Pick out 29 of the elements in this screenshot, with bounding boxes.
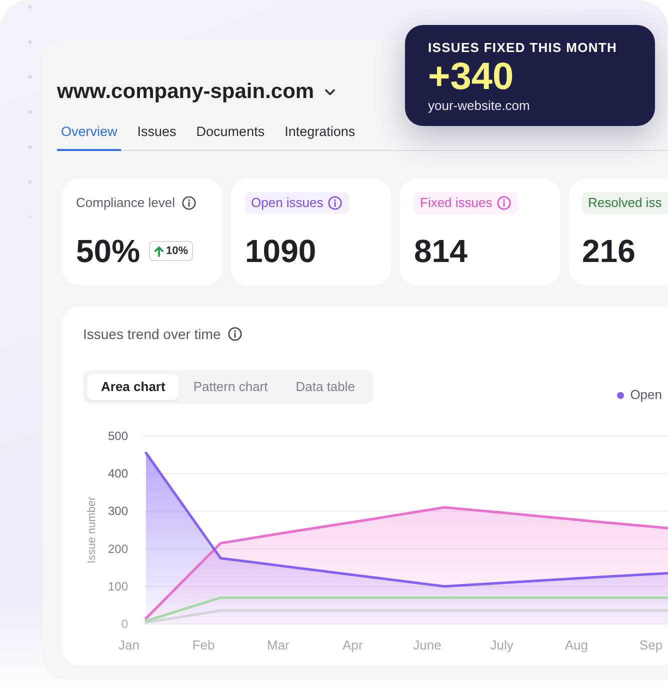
x-tick-label: Feb	[192, 638, 215, 652]
stat-label: Open issues	[251, 194, 324, 212]
y-tick-label: 500	[108, 429, 128, 443]
x-tick-label: Mar	[266, 638, 290, 652]
change-value: 10%	[166, 244, 188, 258]
y-tick-label: 300	[108, 504, 128, 518]
x-tick-label: Aug	[564, 638, 588, 652]
highlight-title: ISSUES FIXED THIS MONTH	[428, 40, 618, 56]
stat-value: 814	[414, 233, 468, 269]
stat-label: Resolved iss	[588, 194, 662, 212]
legend-label: Open	[630, 386, 662, 404]
stat-label: Fixed issues	[420, 194, 492, 212]
x-tick-label: Jan	[118, 638, 140, 652]
stat-value: 1090	[245, 233, 316, 269]
y-tick-label: 200	[108, 542, 128, 556]
stat-label: Compliance level	[76, 194, 175, 212]
y-axis-title: Issue number	[86, 496, 98, 564]
x-tick-label: June	[413, 638, 442, 652]
x-tick-label: Apr	[342, 638, 363, 652]
chart-title: Issues trend over time	[83, 325, 221, 343]
x-tick-label: July	[490, 638, 514, 652]
stat-value: 50%	[76, 233, 140, 269]
highlight-value: +340	[428, 58, 514, 96]
y-tick-label: 100	[108, 579, 128, 594]
stat-value: 216	[582, 233, 636, 269]
y-tick-label: 0	[121, 617, 128, 631]
highlight-site: your-website.com	[428, 98, 530, 114]
y-tick-label: 400	[108, 466, 128, 481]
x-tick-label: Sep	[639, 638, 663, 652]
